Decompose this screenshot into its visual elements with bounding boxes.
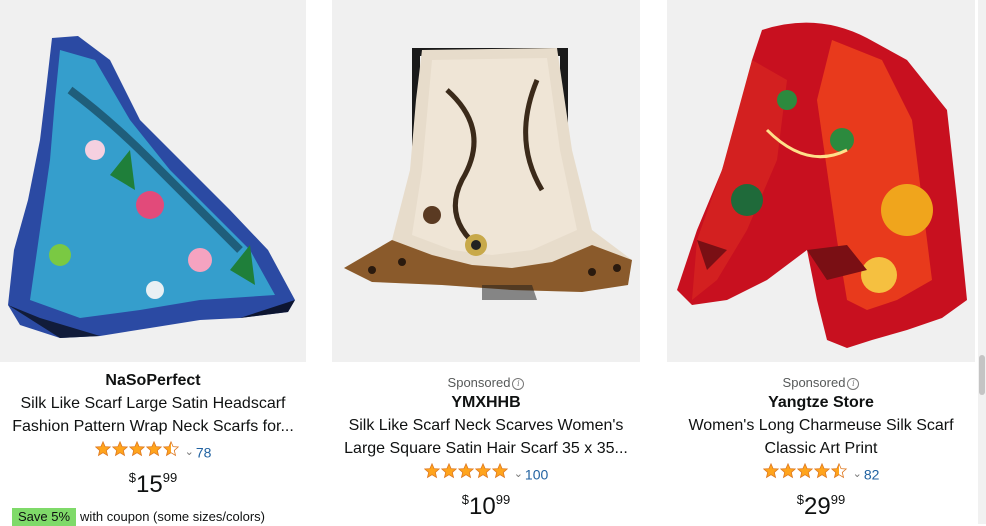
star-icon bbox=[474, 463, 491, 479]
price-fraction: 99 bbox=[830, 492, 846, 507]
star-icon bbox=[145, 441, 162, 457]
product-info: NaSoPerfect Silk Like Scarf Large Satin … bbox=[0, 370, 306, 500]
product-card[interactable]: Sponsored i YMXHHB Silk Like Scarf Neck S… bbox=[332, 0, 640, 524]
product-title-line1[interactable]: Silk Like Scarf Neck Scarves Women's bbox=[332, 414, 640, 437]
coupon[interactable]: Save 5% with coupon (some sizes/colors) bbox=[12, 508, 265, 526]
star-icon bbox=[762, 463, 779, 479]
star-icon bbox=[94, 441, 111, 457]
price-fraction: 99 bbox=[495, 492, 511, 507]
star-icon bbox=[491, 463, 508, 479]
product-brand: Yangtze Store bbox=[768, 394, 874, 411]
review-count[interactable]: 100 bbox=[525, 466, 548, 482]
star-rating[interactable] bbox=[94, 441, 181, 463]
chevron-down-icon[interactable]: ⌄ bbox=[514, 468, 523, 480]
star-icon bbox=[423, 463, 440, 479]
price-whole: 29 bbox=[804, 493, 831, 520]
price-fraction: 99 bbox=[162, 470, 178, 485]
scrollbar[interactable] bbox=[978, 0, 986, 524]
star-icon bbox=[796, 463, 813, 479]
chevron-down-icon[interactable]: ⌄ bbox=[185, 446, 194, 458]
scarf-image-red bbox=[677, 22, 967, 349]
price-symbol: $ bbox=[461, 492, 470, 507]
coupon-text: with coupon (some sizes/colors) bbox=[80, 509, 266, 524]
star-icon bbox=[128, 441, 145, 457]
product-title-line2[interactable]: Fashion Pattern Wrap Neck Scarfs for... bbox=[0, 415, 306, 438]
product-title[interactable]: Women's Long Charmeuse Silk Scarf Classi… bbox=[667, 414, 975, 460]
star-icon bbox=[779, 463, 796, 479]
info-icon[interactable]: i bbox=[847, 377, 860, 390]
product-title-line1[interactable]: Silk Like Scarf Large Satin Headscarf bbox=[0, 392, 306, 415]
sponsored-label[interactable]: Sponsored i bbox=[667, 374, 975, 392]
price-whole: 15 bbox=[136, 471, 163, 498]
price-symbol: $ bbox=[128, 470, 137, 485]
coupon-badge: Save 5% bbox=[12, 508, 77, 526]
product-brand: NaSoPerfect bbox=[105, 372, 201, 389]
star-rating[interactable] bbox=[762, 463, 849, 485]
stars-svg bbox=[423, 463, 508, 479]
product-price[interactable]: $1099 bbox=[332, 492, 640, 522]
scarf-image-beige bbox=[344, 48, 632, 300]
product-info: Sponsored i Yangtze Store Women's Long Ch… bbox=[667, 370, 975, 522]
product-price[interactable]: $2999 bbox=[667, 492, 975, 522]
sponsored-text[interactable]: Sponsored bbox=[448, 375, 511, 390]
review-count[interactable]: 78 bbox=[196, 444, 212, 460]
star-icon bbox=[440, 463, 457, 479]
product-title-line2[interactable]: Large Square Satin Hair Scarf 35 x 35... bbox=[332, 437, 640, 460]
product-image[interactable] bbox=[667, 0, 975, 362]
star-icon bbox=[830, 463, 847, 479]
product-rating[interactable]: ⌄ 78 bbox=[0, 440, 306, 462]
product-title-line2[interactable]: Classic Art Print bbox=[667, 437, 975, 460]
product-image[interactable] bbox=[0, 0, 306, 362]
product-title-line1[interactable]: Women's Long Charmeuse Silk Scarf bbox=[667, 414, 975, 437]
scrollbar-thumb[interactable] bbox=[979, 355, 985, 395]
stars-svg bbox=[94, 441, 179, 457]
info-icon[interactable]: i bbox=[512, 377, 525, 390]
product-rating[interactable]: ⌄ 100 bbox=[332, 462, 640, 484]
star-rating[interactable] bbox=[423, 463, 510, 485]
product-card[interactable]: NaSoPerfect Silk Like Scarf Large Satin … bbox=[0, 0, 306, 526]
product-card[interactable]: Sponsored i Yangtze Store Women's Long Ch… bbox=[667, 0, 975, 524]
product-rating[interactable]: ⌄ 82 bbox=[667, 462, 975, 484]
product-info: Sponsored i YMXHHB Silk Like Scarf Neck S… bbox=[332, 370, 640, 522]
stars-svg bbox=[762, 463, 847, 479]
sponsored-label[interactable]: Sponsored i bbox=[332, 374, 640, 392]
product-image[interactable] bbox=[332, 0, 640, 362]
price-symbol: $ bbox=[796, 492, 805, 507]
scarf-image-blue bbox=[8, 36, 295, 338]
star-icon bbox=[111, 441, 128, 457]
price-whole: 10 bbox=[469, 493, 496, 520]
product-title[interactable]: Silk Like Scarf Neck Scarves Women's Lar… bbox=[332, 414, 640, 460]
star-icon bbox=[162, 441, 179, 457]
review-count[interactable]: 82 bbox=[864, 466, 880, 482]
sponsored-text[interactable]: Sponsored bbox=[783, 375, 846, 390]
product-title[interactable]: Silk Like Scarf Large Satin Headscarf Fa… bbox=[0, 392, 306, 438]
star-icon bbox=[457, 463, 474, 479]
product-price[interactable]: $1599 bbox=[0, 470, 306, 500]
star-icon bbox=[813, 463, 830, 479]
chevron-down-icon[interactable]: ⌄ bbox=[853, 468, 862, 480]
product-brand: YMXHHB bbox=[451, 394, 521, 411]
